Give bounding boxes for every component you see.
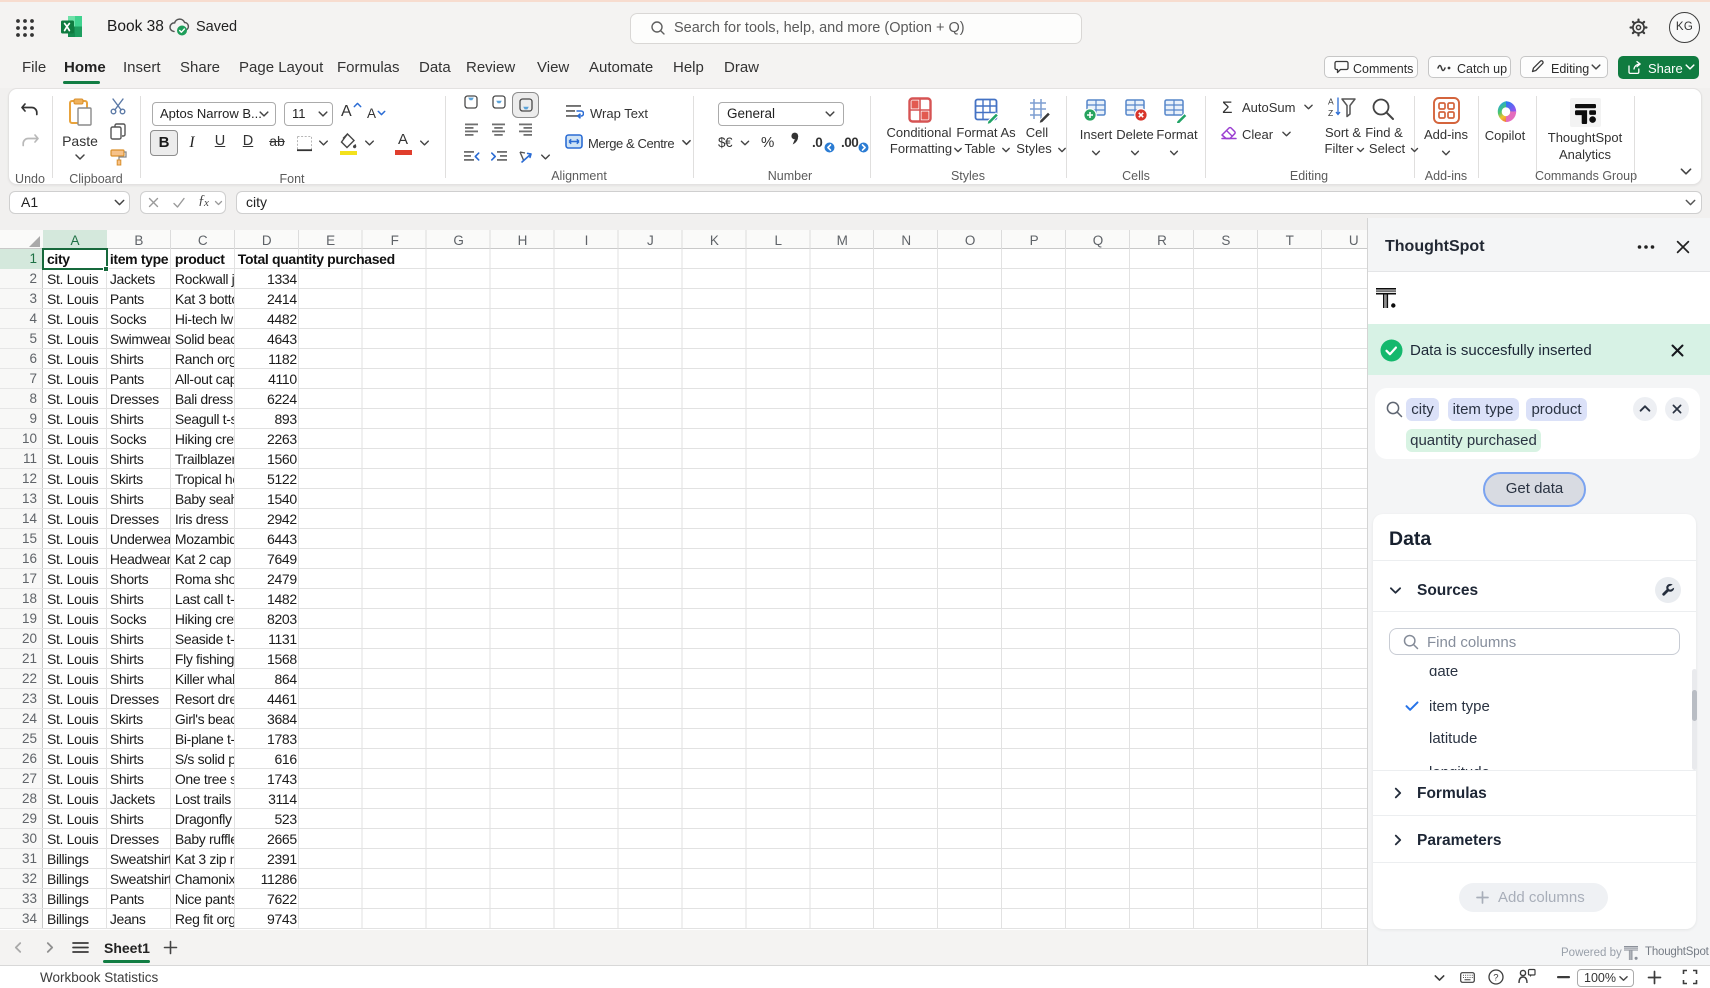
svg-text:Z: Z [1328,108,1333,118]
svg-text:A: A [1328,97,1334,107]
svg-text:?: ? [1493,972,1498,983]
